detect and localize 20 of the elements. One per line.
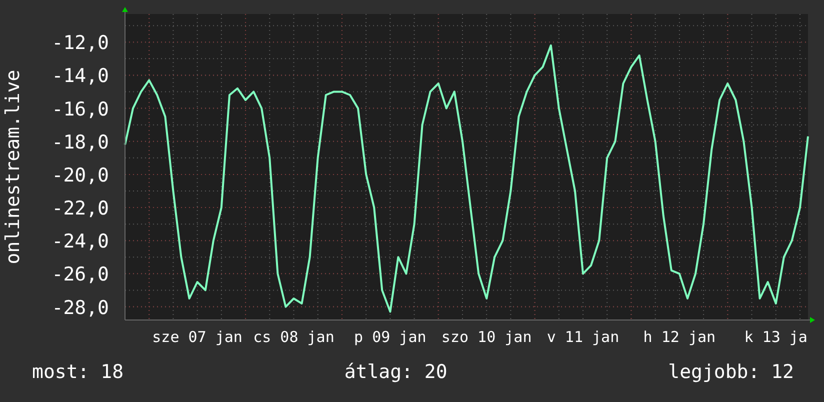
y-tick-label: -18,0 <box>52 131 109 154</box>
x-tick-label: h 12 jan <box>643 328 716 346</box>
y-tick-label: -14,0 <box>52 65 109 88</box>
x-tick-label: sze 07 jan <box>152 328 242 346</box>
x-tick-label: cs 08 jan <box>253 328 334 346</box>
stat-text: átlag: 20 <box>344 361 448 383</box>
stat-text: most: 18 <box>32 361 124 383</box>
y-tick-label: -12,0 <box>52 32 109 54</box>
y-tick-label: -26,0 <box>52 264 109 286</box>
stat-text: legjobb: 12 <box>668 361 794 383</box>
y-tick-label: -20,0 <box>52 164 109 186</box>
y-tick-label: -16,0 <box>52 98 109 120</box>
y-tick-label: -28,0 <box>52 296 109 319</box>
y-tick-label: -24,0 <box>52 230 109 253</box>
x-tick-label: v 11 jan <box>546 328 620 346</box>
y-tick-label: -22,0 <box>52 198 109 220</box>
x-tick-label: p 09 jan <box>354 328 426 346</box>
y-axis-title: onlinestream.live <box>2 70 24 264</box>
x-tick-label: k 13 ja <box>744 328 808 346</box>
x-tick-label: szo 10 jan <box>441 328 532 346</box>
